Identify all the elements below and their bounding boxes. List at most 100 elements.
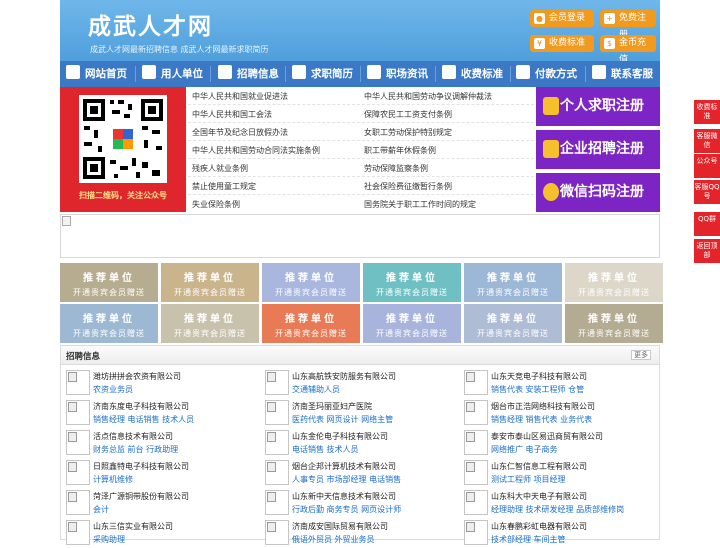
law-link[interactable]: 国务院关于职工工作时间的规定 — [364, 199, 476, 210]
recommended-employer-tile[interactable]: 推荐单位 开通贵宾会员赠送 — [161, 263, 259, 302]
job-positions-link[interactable]: 经理助理 技术研发经理 品质部维修岗 — [491, 504, 624, 515]
company-name-link[interactable]: 济南成安国际贸易有限公司 — [292, 521, 388, 532]
company-logo-image[interactable] — [265, 520, 289, 545]
side-wechat[interactable]: 客服微信 — [694, 129, 720, 153]
recommended-employer-tile[interactable]: 推荐单位 开通贵宾会员赠送 — [60, 263, 158, 302]
company-logo-image[interactable] — [464, 370, 488, 395]
nav-payment[interactable]: 付款方式 — [516, 61, 577, 87]
pricing-button[interactable]: ¥ 收费标准 — [530, 35, 594, 52]
company-logo-image[interactable] — [66, 400, 90, 425]
job-positions-link[interactable]: 测试工程师 项目经理 — [491, 474, 566, 485]
job-seeker-register-button[interactable]: 个人求职注册 — [536, 87, 660, 126]
company-logo-image[interactable] — [66, 490, 90, 515]
side-official-account[interactable]: 公众号 — [694, 154, 720, 178]
qr-code-image[interactable] — [79, 95, 167, 183]
company-name-link[interactable]: 烟台企邦计算机技术有限公司 — [292, 461, 396, 472]
more-button[interactable]: 更多 — [631, 350, 651, 360]
side-qq-group[interactable]: QQ群 — [694, 212, 720, 236]
recommended-employer-tile[interactable]: 推荐单位 开通贵宾会员赠送 — [60, 304, 158, 343]
law-link[interactable]: 全国年节及纪念日放假办法 — [192, 127, 288, 138]
wechat-register-button[interactable]: 微信扫码注册 — [536, 173, 660, 212]
job-positions-link[interactable]: 销售经理 电话销售 技术人员 — [93, 414, 194, 425]
job-positions-link[interactable]: 电话销售 技术人员 — [292, 444, 359, 455]
law-link[interactable]: 劳动保障监察条例 — [364, 163, 428, 174]
company-name-link[interactable]: 泰安市泰山区易迅商贸有限公司 — [491, 431, 603, 442]
recharge-button[interactable]: $ 金币充值 — [600, 35, 656, 65]
job-positions-link[interactable]: 会计 — [93, 504, 109, 515]
company-logo-image[interactable] — [265, 430, 289, 455]
job-positions-link[interactable]: 销售代表 安装工程师 仓管 — [491, 384, 584, 395]
company-name-link[interactable]: 山东天竞电子科技有限公司 — [491, 371, 587, 382]
recommended-employer-tile[interactable]: 推荐单位 开通贵宾会员赠送 — [464, 304, 562, 343]
company-name-link[interactable]: 潍坊拼拼会农资有限公司 — [93, 371, 181, 382]
nav-resumes[interactable]: 求职简历 — [292, 61, 353, 87]
company-name-link[interactable]: 山东三信实业有限公司 — [93, 521, 173, 532]
recommended-employer-tile[interactable]: 推荐单位 开通贵宾会员赠送 — [363, 263, 461, 302]
recommended-employer-tile[interactable]: 推荐单位 开通贵宾会员赠送 — [464, 263, 562, 302]
company-logo-image[interactable] — [265, 400, 289, 425]
company-logo-image[interactable] — [66, 520, 90, 545]
company-logo-image[interactable] — [464, 430, 488, 455]
job-positions-link[interactable]: 医药代表 网页设计 网络主管 — [292, 414, 393, 425]
company-name-link[interactable]: 山东金伦电子科技有限公司 — [292, 431, 388, 442]
company-logo-image[interactable] — [66, 430, 90, 455]
recommended-employer-tile[interactable]: 推荐单位 开通贵宾会员赠送 — [262, 263, 360, 302]
recommended-employer-tile[interactable]: 推荐单位 开通贵宾会员赠送 — [363, 304, 461, 343]
law-link[interactable]: 保障农民工工资支付条例 — [364, 109, 452, 120]
side-pricing[interactable]: 收费标准 — [694, 100, 720, 124]
register-button[interactable]: +免费注册 — [600, 10, 656, 40]
job-positions-link[interactable]: 销售经理 销售代表 业务代表 — [491, 414, 592, 425]
company-name-link[interactable]: 活点信息技术有限公司 — [93, 431, 173, 442]
company-name-link[interactable]: 山东春鹏彩虹电器有限公司 — [491, 521, 587, 532]
company-logo-image[interactable] — [464, 490, 488, 515]
nav-contact[interactable]: 联系客服 — [592, 61, 653, 87]
law-link[interactable]: 禁止使用童工规定 — [192, 181, 256, 192]
law-link[interactable]: 中华人民共和国劳动争议调解仲裁法 — [364, 91, 492, 102]
login-button[interactable]: ● 会员登录 — [530, 10, 594, 27]
law-link[interactable]: 失业保险条例 — [192, 199, 240, 210]
job-positions-link[interactable]: 人事专员 市场部经理 电话销售 — [292, 474, 401, 485]
company-name-link[interactable]: 烟台市正浩网络科技有限公司 — [491, 401, 595, 412]
company-name-link[interactable]: 山东新中天信息技术有限公司 — [292, 491, 396, 502]
company-name-link[interactable]: 济南圣玛丽亚妇产医院 — [292, 401, 372, 412]
recommended-employer-tile[interactable]: 推荐单位 开通贵宾会员赠送 — [565, 304, 663, 343]
recommended-employer-tile[interactable]: 推荐单位 开通贵宾会员赠送 — [161, 304, 259, 343]
company-logo-image[interactable] — [265, 460, 289, 485]
law-link[interactable]: 中华人民共和国工会法 — [192, 109, 272, 120]
job-positions-link[interactable]: 行政后勤 商务专员 网页设计师 — [292, 504, 401, 515]
side-qq[interactable]: 客服QQ号 — [694, 180, 720, 204]
law-link[interactable]: 中华人民共和国就业促进法 — [192, 91, 288, 102]
site-logo[interactable]: 成武人才网 — [88, 7, 213, 41]
side-back-to-top[interactable]: 返回顶部 — [694, 239, 720, 263]
job-positions-link[interactable]: 网络推广 电子商务 — [491, 444, 558, 455]
nav-home[interactable]: 网站首页 — [66, 61, 127, 87]
job-positions-link[interactable]: 交通辅助人员 — [292, 384, 340, 395]
company-name-link[interactable]: 山东仁智信息工程有限公司 — [491, 461, 587, 472]
law-link[interactable]: 职工带薪年休假条例 — [364, 145, 436, 156]
law-link[interactable]: 中华人民共和国劳动合同法实施条例 — [192, 145, 320, 156]
recommended-employer-tile[interactable]: 推荐单位 开通贵宾会员赠送 — [565, 263, 663, 302]
job-positions-link[interactable]: 计算机维修 — [93, 474, 133, 485]
company-name-link[interactable]: 济南东度电子科技有限公司 — [93, 401, 189, 412]
company-logo-image[interactable] — [464, 460, 488, 485]
company-logo-image[interactable] — [265, 370, 289, 395]
company-logo-image[interactable] — [66, 370, 90, 395]
nav-employers[interactable]: 用人单位 — [142, 61, 203, 87]
nav-pricing[interactable]: 收费标准 — [442, 61, 503, 87]
nav-jobs[interactable]: 招聘信息 — [218, 61, 279, 87]
law-link[interactable]: 女职工劳动保护特别规定 — [364, 127, 452, 138]
company-logo-image[interactable] — [66, 460, 90, 485]
company-name-link[interactable]: 菏泽广源铜带股份有限公司 — [93, 491, 189, 502]
company-logo-image[interactable] — [464, 520, 488, 545]
company-name-link[interactable]: 山东科大中天电子有限公司 — [491, 491, 587, 502]
company-name-link[interactable]: 山东高航铁安防服务有限公司 — [292, 371, 396, 382]
law-link[interactable]: 社会保险费征缴暂行条例 — [364, 181, 452, 192]
ad-banner[interactable] — [60, 214, 660, 258]
company-name-link[interactable]: 日照鑫特电子科技有限公司 — [93, 461, 189, 472]
job-positions-link[interactable]: 财务总监 前台 行政助理 — [93, 444, 178, 455]
job-positions-link[interactable]: 农资业务员 — [93, 384, 133, 395]
company-logo-image[interactable] — [265, 490, 289, 515]
law-link[interactable]: 残疾人就业条例 — [192, 163, 248, 174]
recommended-employer-tile[interactable]: 推荐单位 开通贵宾会员赠送 — [262, 304, 360, 343]
company-logo-image[interactable] — [464, 400, 488, 425]
